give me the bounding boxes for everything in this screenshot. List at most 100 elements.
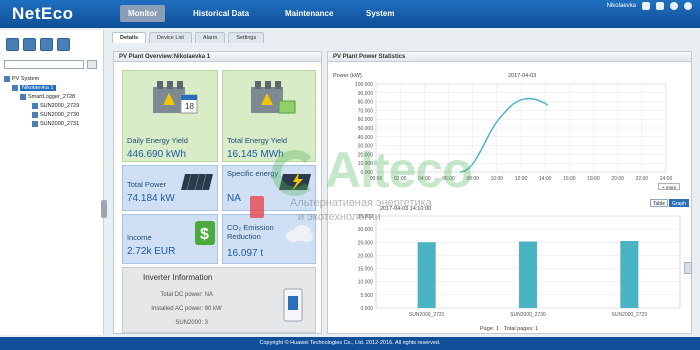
y-tick-label: 70.000 xyxy=(358,108,374,114)
power-chart-date: 2017-04-03 xyxy=(508,73,537,79)
daily-yield-tile: 18 Daily Energy Yield 446.690 kWh xyxy=(122,70,218,162)
more-button[interactable]: + more xyxy=(658,183,681,190)
power-line-chart: 0.00010.00020.00030.00040.00050.00060.00… xyxy=(355,82,673,182)
x-tick-label: 14:00 xyxy=(539,176,552,182)
scroll-right-handle[interactable] xyxy=(684,262,692,274)
y-tick-label: 0.000 xyxy=(360,306,373,312)
tree-search-button[interactable] xyxy=(87,60,97,69)
inverter-row: SUN2000: 3 xyxy=(175,320,209,326)
tree-toolbar xyxy=(6,38,70,51)
inverter-info-title: Inverter Information xyxy=(143,273,213,282)
power-point xyxy=(492,127,494,129)
tree-node-inverter[interactable]: SUN2000_2730 xyxy=(32,112,79,118)
collapse-panel-handle[interactable] xyxy=(101,200,107,218)
graph-view-button[interactable]: Graph xyxy=(669,199,689,207)
y-tick-label: 100.000 xyxy=(355,82,373,88)
daily-yield-label: Daily Energy Yield xyxy=(127,136,188,145)
y-tick-label: 20.000 xyxy=(358,152,374,158)
tree-node-inverter[interactable]: SUN2000_2729 xyxy=(32,103,79,109)
tab-alarm[interactable]: Alarm xyxy=(194,32,226,43)
plant-icon xyxy=(12,85,18,91)
x-tick-label: 08:00 xyxy=(466,176,479,182)
tree-search-input[interactable] xyxy=(4,60,84,69)
y-tick-label: 40.000 xyxy=(358,135,374,141)
edit-device-icon[interactable] xyxy=(23,38,36,51)
dollar-icon: $ xyxy=(195,221,215,245)
y-tick-label: 15.000 xyxy=(358,267,374,273)
x-tick-label: 06:00 xyxy=(442,176,455,182)
lock-icon[interactable] xyxy=(642,2,650,10)
pager-page: Page: 1 xyxy=(480,326,499,332)
settings-device-icon[interactable] xyxy=(40,38,53,51)
refresh-icon[interactable] xyxy=(57,38,70,51)
tree-node-pv-system[interactable]: PV System xyxy=(4,76,39,82)
watermark-logo-mark xyxy=(272,150,318,196)
power-point xyxy=(532,98,534,100)
x-tick-label: SUN2000_2729 xyxy=(612,312,648,318)
inverter-row: Total DC power: NA xyxy=(160,292,214,298)
info-icon[interactable] xyxy=(684,2,692,10)
pager-total: Total pages: 1 xyxy=(504,326,539,332)
add-device-icon[interactable] xyxy=(6,38,19,51)
inverter-bar xyxy=(620,240,639,308)
power-point xyxy=(459,171,462,173)
income-label: Income xyxy=(127,233,152,242)
device-tree-panel: PV System Nikolaevka 1 SmartLogger_2728 … xyxy=(0,30,104,335)
x-tick-label: 12:00 xyxy=(515,176,528,182)
inverter-icon xyxy=(32,121,38,127)
home-icon[interactable] xyxy=(656,2,664,10)
nav-monitor[interactable]: Monitor xyxy=(120,5,166,22)
logger-icon xyxy=(20,94,26,100)
power-point xyxy=(472,163,474,165)
tree-node-logger[interactable]: SmartLogger_2728 xyxy=(20,94,75,100)
y-tick-label: 10.000 xyxy=(358,161,374,167)
y-tick-label: 30.000 xyxy=(358,144,374,150)
total-power-tile: Total Power 74.184 kW xyxy=(122,165,218,211)
daily-yield-value: 446.690 kWh xyxy=(127,149,186,160)
x-tick-label: 18:00 xyxy=(587,176,600,182)
power-point xyxy=(528,97,530,100)
y-tick-label: 60.000 xyxy=(358,117,374,123)
app-logo: NetEco xyxy=(12,4,74,23)
tab-settings[interactable]: Settings xyxy=(228,32,265,43)
x-tick-label: 16:00 xyxy=(563,176,576,182)
x-tick-label: SUN2000_2731 xyxy=(409,312,445,318)
help-icon[interactable] xyxy=(670,2,678,10)
co2-value: 16.097 t xyxy=(227,248,264,259)
inverter-info-tile: Inverter Information Total DC power: NA … xyxy=(122,267,316,333)
y-tick-label: 25.000 xyxy=(358,240,374,246)
x-tick-label: 10:00 xyxy=(491,176,504,182)
nav-maintenance[interactable]: Maintenance xyxy=(277,5,341,22)
power-statistics-panel: PV Plant Power Statistics Power (kW) 201… xyxy=(327,51,692,334)
power-point xyxy=(484,142,486,144)
co2-tile: CO₂ Emission Reduction 16.097 t xyxy=(222,214,316,264)
x-tick-label: 24:00 xyxy=(660,176,673,182)
power-stats-title: PV Plant Power Statistics xyxy=(328,52,691,62)
y-tick-label: 50.000 xyxy=(358,126,374,132)
table-view-button[interactable]: Table xyxy=(650,199,668,207)
income-tile: $ Income 2.72k EUR xyxy=(122,214,218,264)
inverter-bar xyxy=(519,241,537,308)
power-point xyxy=(536,99,538,101)
nav-historical-data[interactable]: Historical Data xyxy=(185,5,257,22)
tab-device-list[interactable]: Device List xyxy=(149,32,192,43)
x-tick-label: 02:00 xyxy=(394,176,407,182)
x-tick-label: 00:00 xyxy=(370,176,383,182)
power-point xyxy=(496,121,498,123)
tree-node-plant[interactable]: Nikolaevka 1 xyxy=(12,85,56,91)
tree-node-inverter[interactable]: SUN2000_2731 xyxy=(32,121,79,127)
tab-details[interactable]: Details xyxy=(112,32,147,43)
y-tick-label: 10.000 xyxy=(358,280,374,286)
power-unit-label: Power (kW) xyxy=(333,73,362,79)
overview-title: PV Plant Overview:Nikolaevka 1 xyxy=(114,52,321,62)
username[interactable]: Nikolaevka xyxy=(607,3,636,9)
svg-text:$: $ xyxy=(200,226,209,243)
inverter-bar xyxy=(417,242,436,308)
detail-tabs: Details Device List Alarm Settings xyxy=(112,32,265,44)
nav-system[interactable]: System xyxy=(358,5,402,22)
power-point xyxy=(540,101,542,103)
income-value: 2.72k EUR xyxy=(127,246,176,257)
power-point xyxy=(480,150,482,152)
power-point xyxy=(508,107,510,109)
x-tick-label: 20:00 xyxy=(611,176,624,182)
